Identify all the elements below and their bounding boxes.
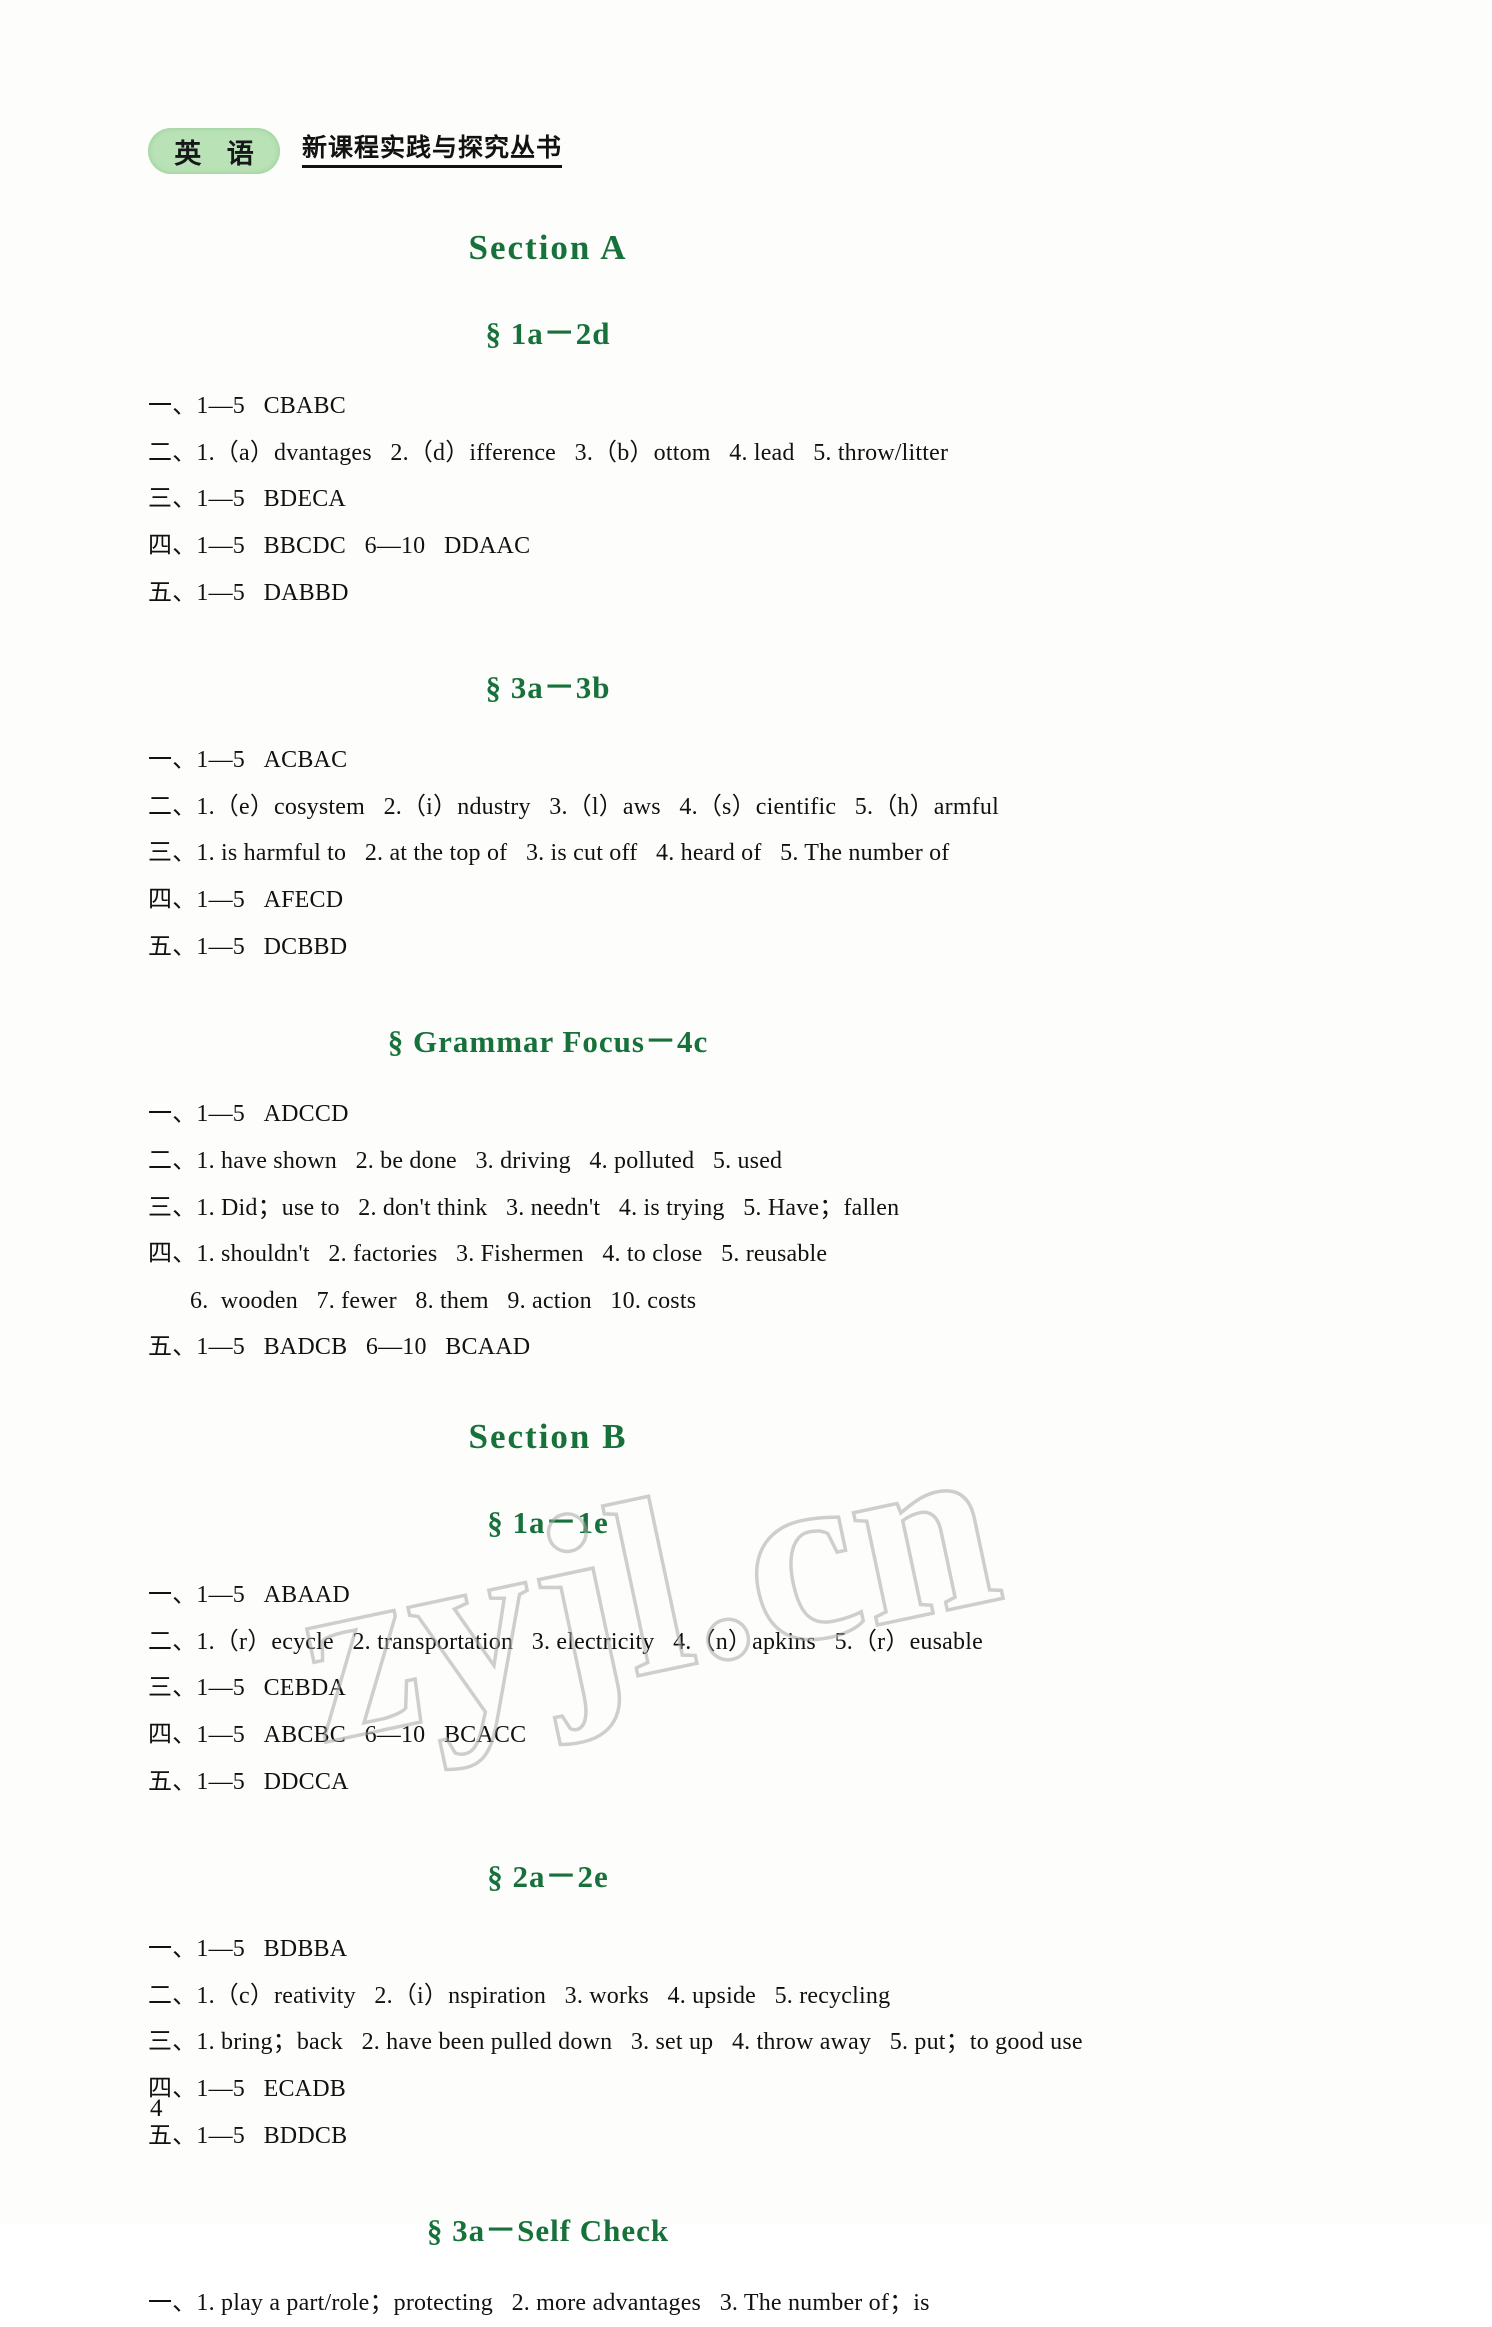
heading-gap <box>148 1061 1348 1091</box>
subject-badge: 英 语 <box>148 128 280 174</box>
group-heading: § 2a－2e <box>487 1859 609 1895</box>
answer-line: 6. wooden 7. fewer 8. them 9. action 10.… <box>190 1287 697 1314</box>
answer-line: 一、1—5 ABAAD <box>148 1582 350 1608</box>
answer-line: 二、1. have shown 2. be done 3. driving 4.… <box>148 1147 783 1174</box>
heading-gap <box>148 353 1348 383</box>
group-heading: § Grammar Focus－4c <box>387 1024 709 1060</box>
page-canvas: 英 语 新课程实践与探究丛书 Section A § 1a－2d 一、1—5 CBA… <box>0 0 1492 2316</box>
answer-line: 一、1—5 ACBAC <box>148 747 348 774</box>
answer-line: 二、1.（c）reativity 2.（i）nspiration 3. work… <box>148 1982 891 2009</box>
answer-line: 五、1—5 DABBD <box>148 579 349 606</box>
answer-line: 三、1. Did；use to 2. don't think 3. needn'… <box>148 1194 900 1221</box>
answer-line: 三、1—5 BDECA <box>148 486 346 513</box>
section-heading: Section A <box>468 228 628 267</box>
answer-line: 四、1—5 BBCDC 6—10 DDAAC <box>148 532 531 559</box>
answer-line: 三、1. bring；back 2. have been pulled down… <box>148 2029 1083 2056</box>
answer-line: 五、1—5 DCBBD <box>148 933 348 960</box>
answer-line: 五、1—5 BADCB 6—10 BCAAD <box>148 1334 531 1361</box>
group-heading: § 3a－3b <box>485 670 611 706</box>
group-heading: § 1a－2d <box>485 316 611 351</box>
running-header: 英 语 新课程实践与探究丛书 <box>148 128 563 174</box>
answer-line: 二、1.（r）ecycle 2. transportation 3. elect… <box>148 1628 983 1655</box>
heading-gap <box>148 2250 1348 2280</box>
answer-line: 一、1—5 ADCCD <box>148 1101 349 1128</box>
heading-gap <box>148 1542 1348 1572</box>
heading-gap <box>148 1896 1348 1926</box>
answer-line: 四、1—5 ECADB <box>148 2076 346 2102</box>
answer-line: 三、1—5 CEBDA <box>148 1675 346 1702</box>
answer-line: 四、1—5 AFECD <box>148 887 344 913</box>
section-heading: Section B <box>468 1417 628 1456</box>
answer-line: 五、1—5 DDCCA <box>148 1768 349 1795</box>
answer-line: 一、1—5 BDBBA <box>148 1936 348 1963</box>
heading-gap <box>148 707 1348 737</box>
group-heading: § 3a－Self Check <box>426 2213 670 2249</box>
answer-line: 一、1—5 CBABC <box>148 393 346 419</box>
series-title: 新课程实践与探究丛书 <box>302 134 563 168</box>
page-number: 4 <box>150 2095 163 2122</box>
answer-line: 四、1. shouldn't 2. factories 3. Fishermen… <box>148 1241 828 1268</box>
answer-line: 四、1—5 ABCBC 6—10 BCACC <box>148 1721 527 1748</box>
group-heading: § 1a－1e <box>487 1505 609 1540</box>
answer-line: 三、1. is harmful to 2. at the top of 3. i… <box>148 840 950 867</box>
answer-line: 五、1—5 BDDCB <box>148 2122 348 2149</box>
answer-key-body: Section A § 1a－2d 一、1—5 CBABC 二、1.（a）dvanta… <box>148 228 1348 2327</box>
answer-line: 二、1.（a）dvantages 2.（d）ifference 3.（b）ott… <box>148 439 949 466</box>
answer-line: 二、1.（e）cosystem 2.（i）ndustry 3.（l）aws 4.… <box>148 793 999 820</box>
answer-line: 一、1. play a part/role；protecting 2. more… <box>148 2290 930 2317</box>
